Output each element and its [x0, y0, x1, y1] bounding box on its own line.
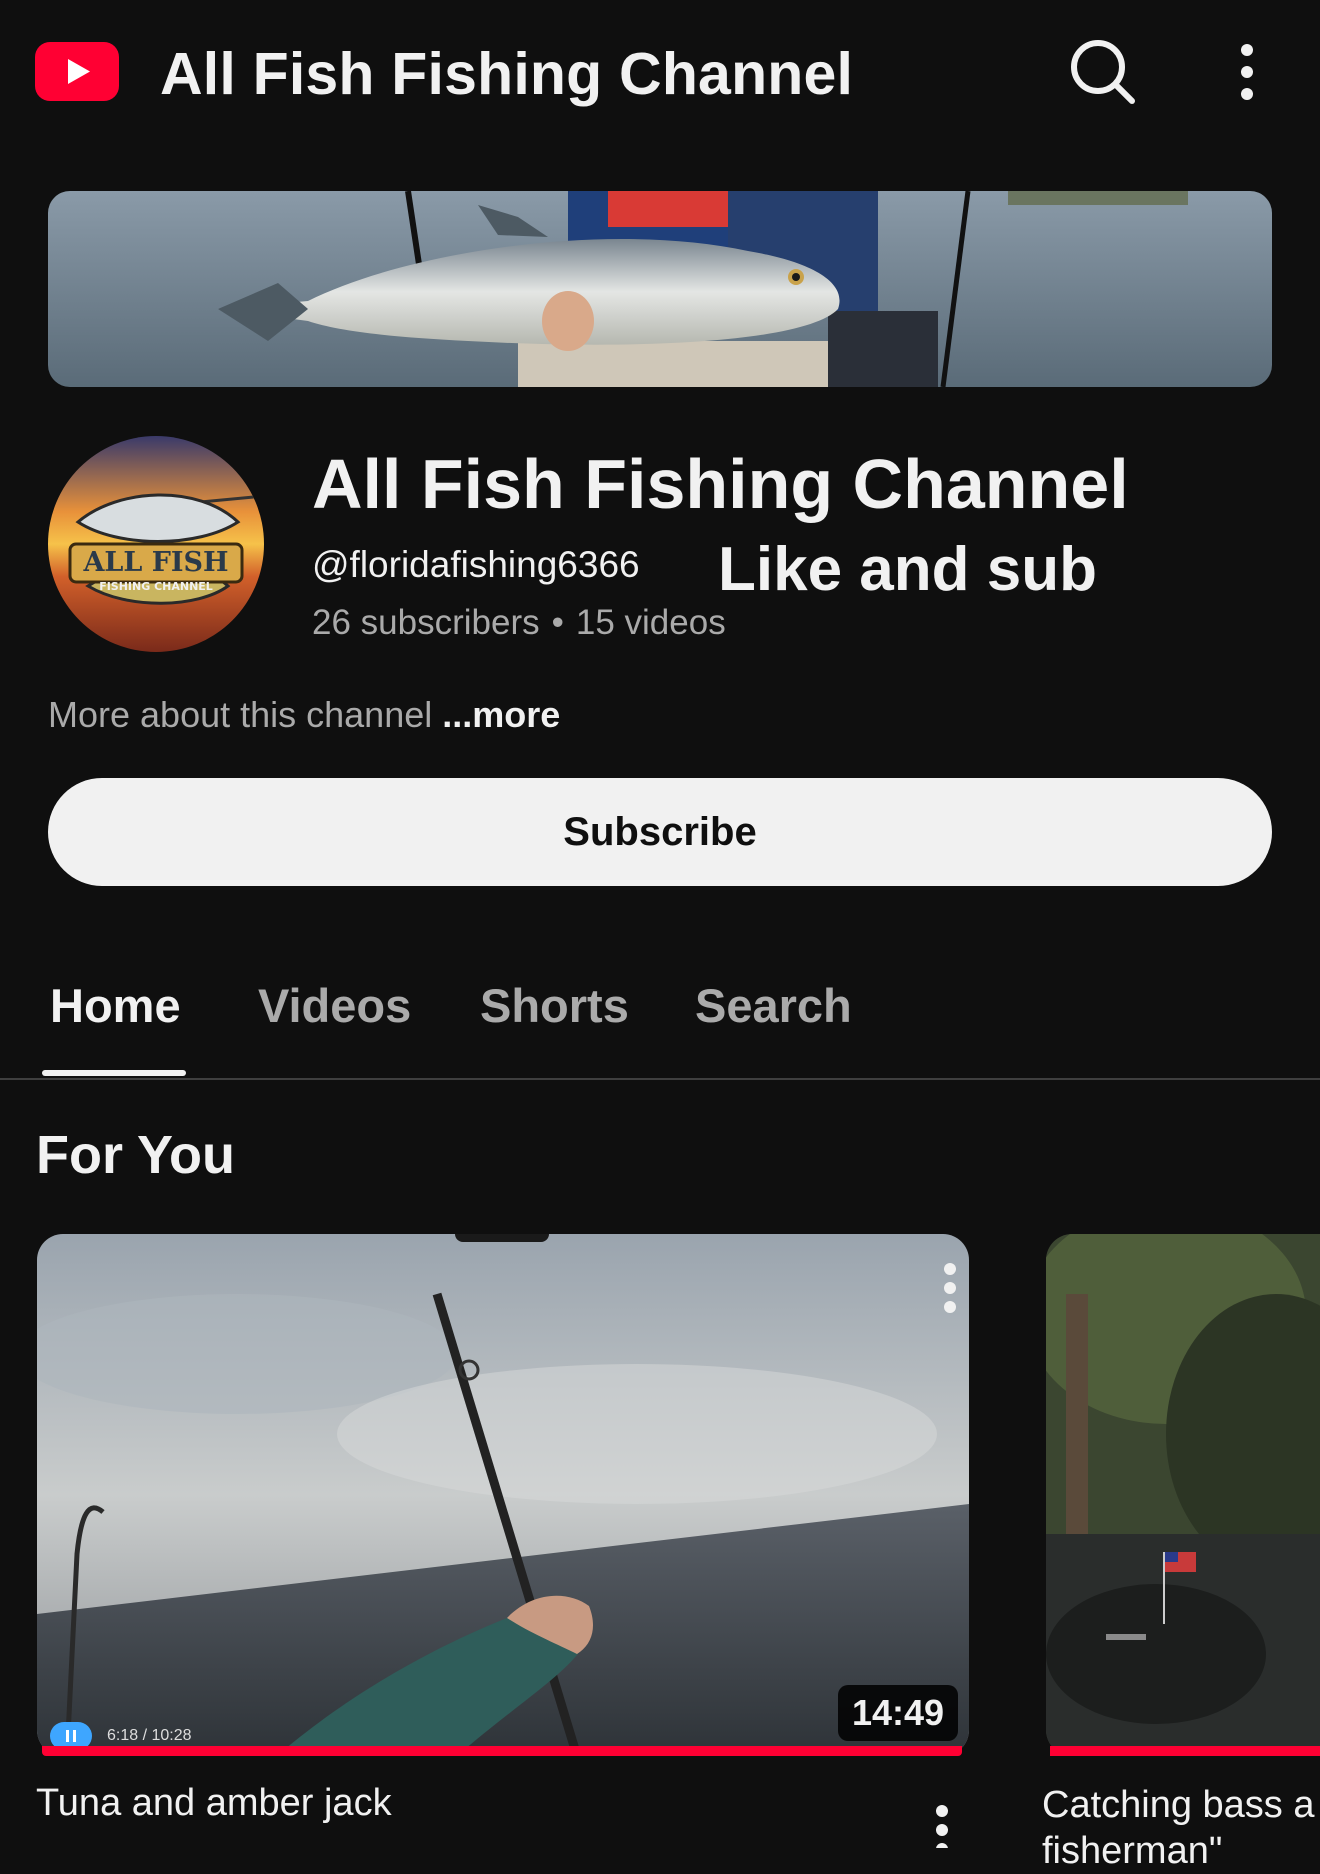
camera-notch: [455, 1234, 549, 1242]
avatar-logo-text: ALL FISH: [82, 547, 228, 578]
channel-avatar[interactable]: ALL FISH FISHING CHANNEL: [48, 436, 264, 652]
watched-progress-bar: [1050, 1746, 1320, 1756]
youtube-logo-icon[interactable]: [35, 42, 119, 101]
tab-shorts[interactable]: Shorts: [480, 978, 629, 1033]
more-vert-icon[interactable]: [930, 1804, 954, 1855]
video-count: 15 videos: [575, 603, 726, 642]
playback-time: 6:18 / 10:28: [107, 1727, 192, 1744]
video-duration: 14:49: [838, 1685, 959, 1741]
search-icon[interactable]: [1068, 37, 1138, 107]
channel-promo-text: Like and sub: [718, 535, 1097, 604]
video-title-line: fisherman": [1042, 1830, 1223, 1872]
video-title[interactable]: Catching bass a fisherman": [1042, 1782, 1315, 1874]
subscriber-count: 26 subscribers: [312, 603, 540, 642]
tab-home[interactable]: Home: [50, 978, 181, 1033]
stats-separator: •: [551, 603, 564, 642]
more-vert-icon[interactable]: [1222, 40, 1272, 104]
subscribe-button[interactable]: Subscribe: [48, 778, 1272, 886]
watched-progress-bar: [42, 1746, 962, 1756]
tab-search[interactable]: Search: [695, 978, 852, 1033]
avatar-logo-subtext: FISHING CHANNEL: [99, 580, 213, 593]
channel-about[interactable]: More about this channel ...more: [48, 694, 560, 736]
more-vert-icon[interactable]: [938, 1262, 962, 1314]
channel-stats: 26 subscribers • 15 videos: [312, 603, 726, 643]
video-title-line: Catching bass a: [1042, 1784, 1315, 1826]
active-tab-indicator: [42, 1070, 186, 1076]
channel-tabs: Home Videos Shorts Search: [0, 970, 1320, 1080]
app-bar-title: All Fish Fishing Channel: [160, 41, 854, 107]
video-thumbnail[interactable]: [1046, 1234, 1320, 1756]
channel-handle: @floridafishing6366: [312, 544, 640, 585]
video-title[interactable]: Tuna and amber jack: [36, 1782, 392, 1825]
more-link[interactable]: ...more: [442, 694, 560, 735]
about-text: More about this channel: [48, 694, 433, 735]
channel-name: All Fish Fishing Channel: [312, 445, 1129, 523]
tab-videos[interactable]: Videos: [258, 978, 411, 1033]
video-thumbnail[interactable]: [37, 1234, 969, 1756]
channel-banner: [48, 191, 1272, 387]
section-title: For You: [36, 1125, 235, 1185]
tabs-divider: [0, 1078, 1320, 1080]
